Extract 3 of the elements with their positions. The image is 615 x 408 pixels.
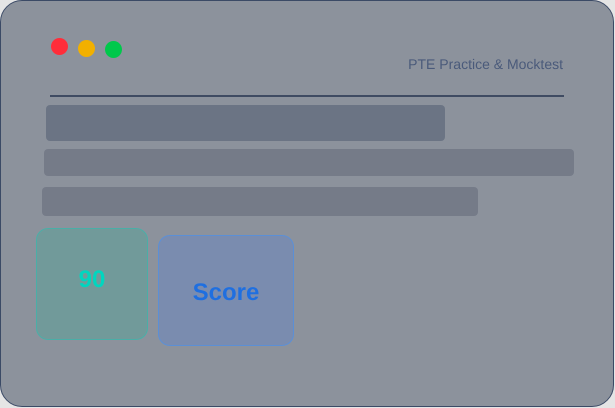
window-title: PTE Practice & Mocktest [408,55,563,73]
label-card: Score [158,235,294,346]
score-card: 90 [36,228,148,340]
